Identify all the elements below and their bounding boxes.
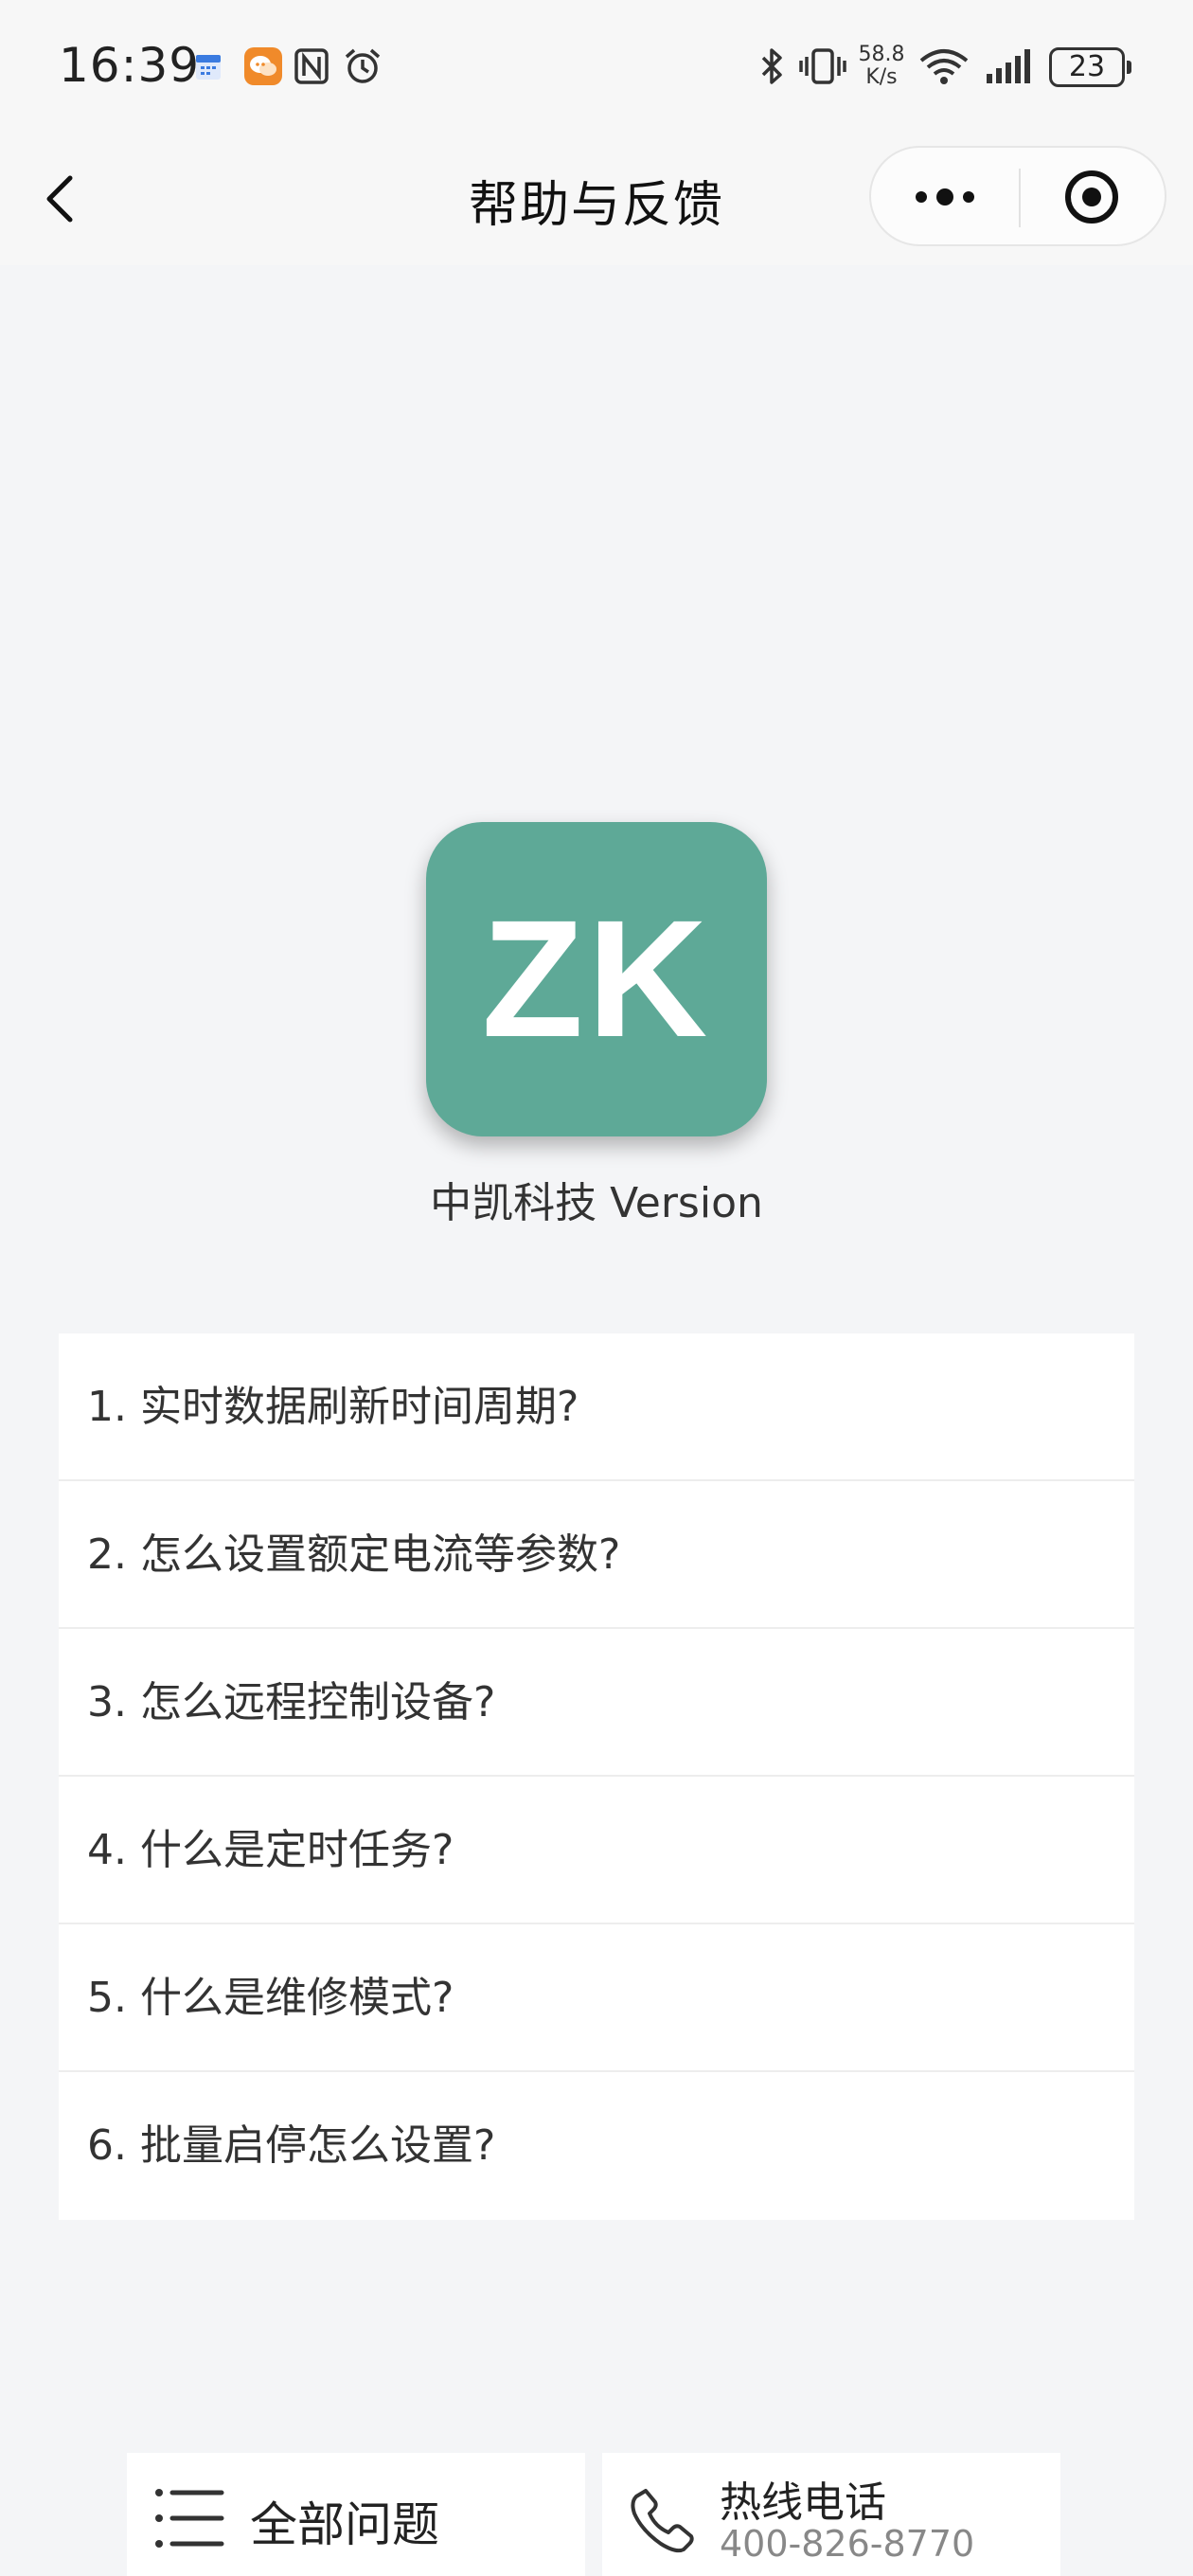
hotline-label: 热线电话 (720, 2478, 886, 2527)
status-bar: 16:39 58.8 K/s 23 (0, 0, 1193, 133)
hotline-button[interactable]: 热线电话 400-826-8770 (602, 2453, 1060, 2576)
phone-icon (631, 2489, 694, 2553)
version-label: 中凯科技 Version (430, 1179, 763, 1227)
net-speed-value: 58.8 (858, 43, 905, 66)
vibrate-icon (799, 48, 846, 84)
wifi-icon (919, 49, 969, 84)
faq-item[interactable]: 3. 怎么远程控制设备? (59, 1629, 1134, 1777)
faq-list: 1. 实时数据刷新时间周期? 2. 怎么设置额定电流等参数? 3. 怎么远程控制… (59, 1333, 1134, 2220)
hotline-number: 400-826-8770 (720, 2523, 975, 2565)
bluetooth-icon (761, 48, 782, 84)
net-speed-unit: K/s (865, 65, 898, 89)
chat-app-icon (244, 47, 282, 85)
alarm-icon (345, 48, 381, 83)
faq-item[interactable]: 5. 什么是维修模式? (59, 1924, 1134, 2072)
mini-program-capsule (869, 146, 1166, 246)
target-circle-icon (1065, 170, 1118, 224)
faq-item[interactable]: 6. 批量启停怎么设置? (59, 2072, 1134, 2220)
nav-bar: 帮助与反馈 (0, 133, 1193, 265)
nfc-icon (294, 48, 329, 84)
faq-item[interactable]: 1. 实时数据刷新时间周期? (59, 1333, 1134, 1481)
status-time: 16:39 (59, 38, 201, 93)
battery-icon: 23 (1049, 47, 1131, 87)
close-mini-program-button[interactable] (1021, 148, 1166, 246)
calendar-icon (196, 55, 221, 80)
all-questions-label: 全部问题 (250, 2497, 439, 2552)
app-logo: ZK (426, 822, 767, 1136)
more-dots-icon (916, 188, 974, 206)
faq-item[interactable]: 2. 怎么设置额定电流等参数? (59, 1481, 1134, 1629)
all-questions-button[interactable]: 全部问题 (127, 2453, 585, 2576)
faq-item[interactable]: 4. 什么是定时任务? (59, 1777, 1134, 1924)
signal-icon (987, 49, 1030, 83)
more-button[interactable] (871, 148, 1019, 246)
screen: 16:39 58.8 K/s 23 帮助与反馈 ZK 中凯科技 Version … (0, 0, 1193, 2576)
list-icon (155, 2489, 224, 2548)
net-speed: 58.8 K/s (858, 44, 905, 89)
